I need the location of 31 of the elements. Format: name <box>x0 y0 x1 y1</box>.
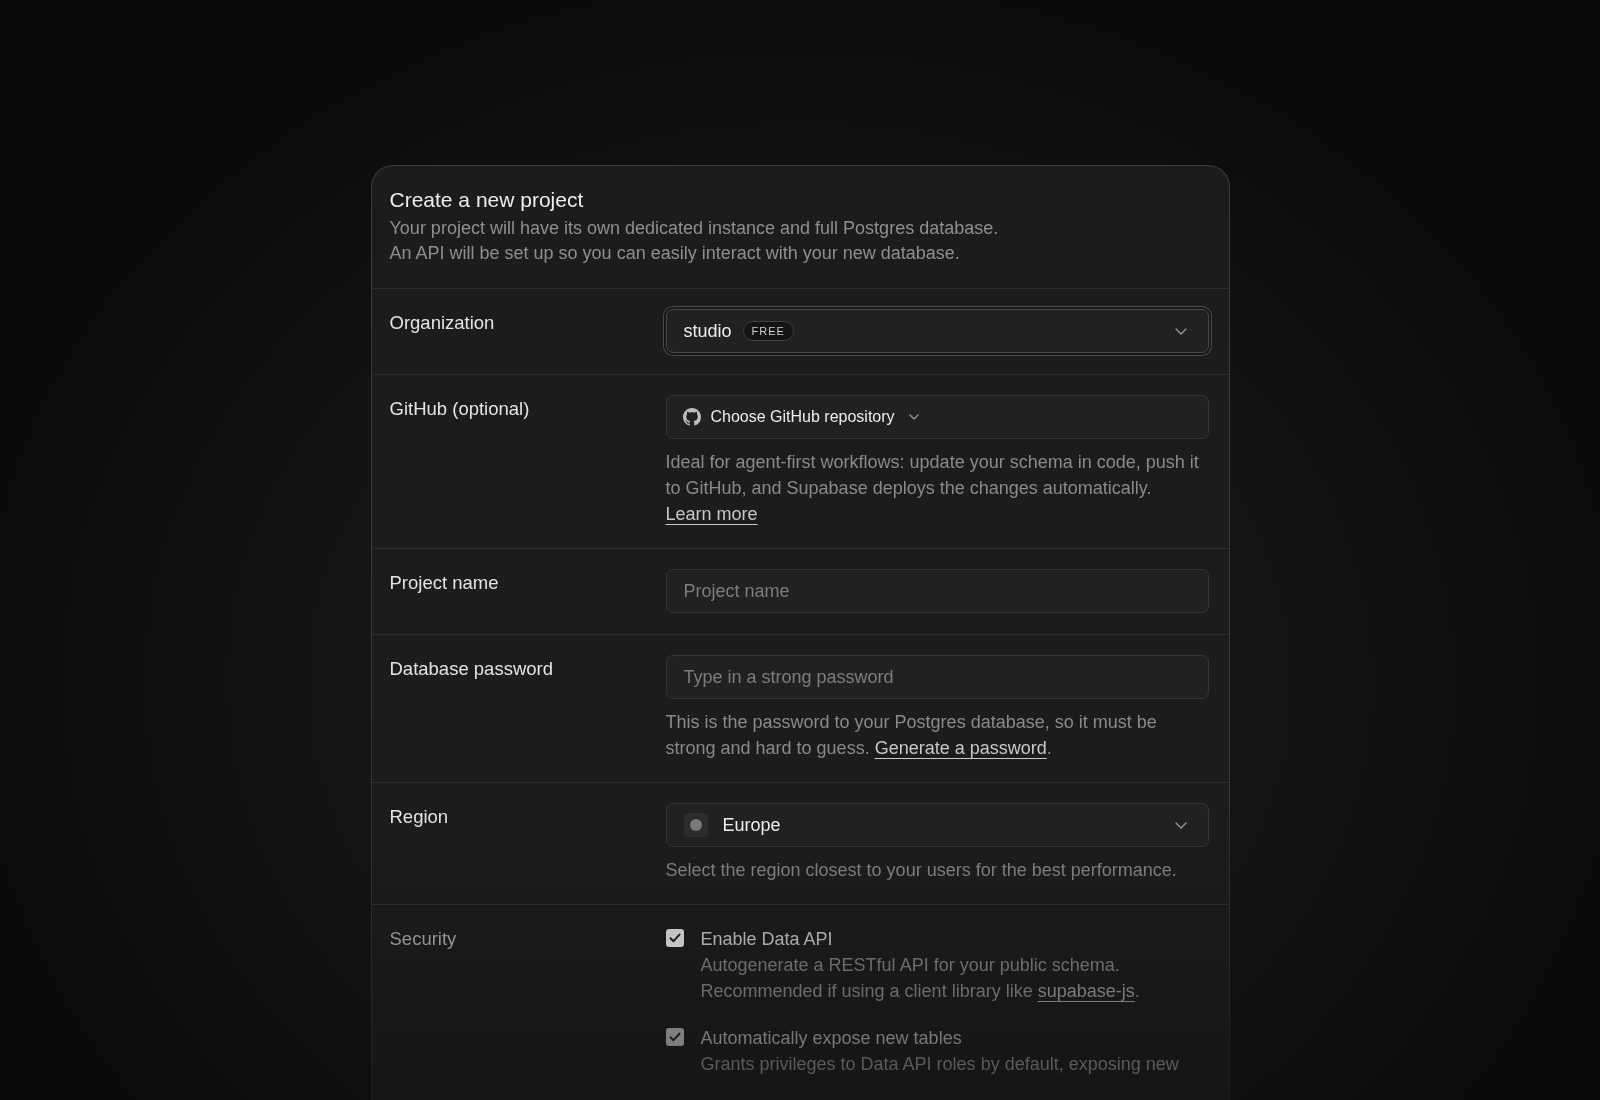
organization-select[interactable]: studio FREE <box>665 309 1209 353</box>
checkbox-description: Grants privileges to Data API roles by default, exposing new <box>700 1053 1180 1076</box>
field-label: Region <box>389 805 449 829</box>
checkbox[interactable] <box>665 1028 684 1046</box>
chevron-down-icon <box>1174 327 1187 335</box>
field-label: Organization <box>389 311 495 335</box>
checkbox-label: Enable Data API <box>700 928 833 951</box>
text-input[interactable]: Project name <box>665 569 1209 613</box>
dialog-title: Create a new project <box>389 187 585 213</box>
help-text: Select the region closest to your users for the best performance. <box>665 859 1178 882</box>
help-text: This is the password to your Postgres database, so it must be strong and hard to guess. Generate a password. <box>665 711 1158 760</box>
repository-button[interactable]: Choose GitHub repository <box>665 395 1209 439</box>
field-label: Security <box>389 927 457 951</box>
dialog-description: An API will be set up so you can easily interact with your new database. <box>389 242 961 265</box>
dialog-description: Your project will have its own dedicated instance and full Postgres database. <box>389 217 1000 240</box>
help-text: Ideal for agent-first workflows: update your schema in code, push it to GitHub, and Supabase deploys the changes automatically. Learn more <box>665 451 1200 526</box>
region-select[interactable]: Europe <box>665 803 1209 847</box>
field-label: Database password <box>389 657 553 681</box>
chevron-down-icon <box>1174 821 1187 829</box>
field-label: Project name <box>389 571 499 595</box>
checkbox-label: Automatically expose new tables <box>700 1027 962 1050</box>
plan-badge: FREE <box>742 321 794 341</box>
chevron-down-icon <box>908 414 919 420</box>
text-link[interactable]: supabase-js <box>1037 981 1135 1001</box>
checkbox[interactable] <box>665 929 684 947</box>
field-label: GitHub (optional) <box>389 397 530 421</box>
text-input[interactable]: Type in a strong password <box>665 655 1209 699</box>
github-icon <box>682 408 701 426</box>
checkbox-description: Autogenerate a RESTful API for your public schema. Recommended if using a client library like supabase-js. <box>700 954 1141 1003</box>
text-link[interactable]: Learn more <box>665 504 758 524</box>
text-link[interactable]: Generate a password <box>874 738 1047 758</box>
